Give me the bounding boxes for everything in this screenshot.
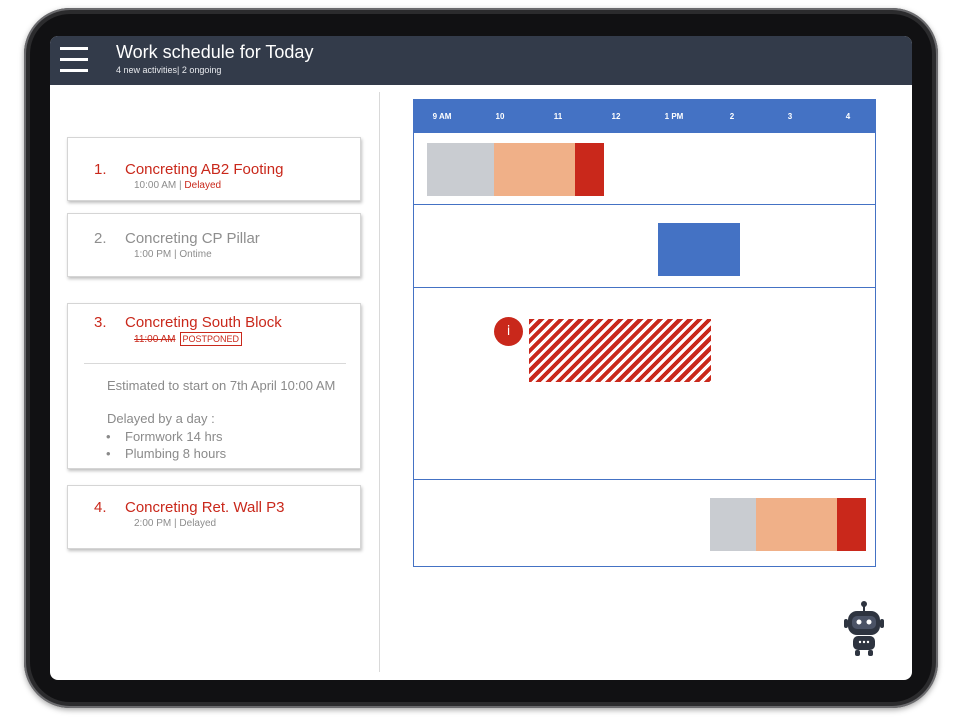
activity-card-1[interactable]: 1. Concreting AB2 Footing 10:00 AM | Del… (67, 137, 361, 201)
hour-label: 10 (495, 112, 505, 121)
activity-name: Concreting AB2 Footing (125, 161, 284, 178)
row-divider (414, 204, 875, 205)
activity-card-4[interactable]: 4. Concreting Ret. Wall P3 2:00 PM | Del… (67, 485, 361, 549)
activity-number: 1. (94, 161, 107, 178)
activity-name: Concreting South Block (125, 314, 282, 331)
robot-icon[interactable] (842, 601, 886, 657)
hour-label: 3 (787, 112, 793, 121)
hour-label: 11 (553, 112, 563, 121)
delay-item: Plumbing 8 hours (125, 446, 227, 461)
activity-name: Concreting Ret. Wall P3 (125, 499, 285, 516)
status-badge: POSTPONED (179, 332, 243, 346)
hour-label: 1 PM (664, 112, 684, 121)
bullet-marker: • (106, 446, 111, 461)
hour-label: 12 (611, 112, 621, 121)
delay-item: Formwork 14 hrs (125, 429, 223, 444)
activity-number: 4. (94, 499, 107, 516)
activity-meta: 11:00 AM POSTPONED (134, 332, 243, 346)
activity-meta: 10:00 AM | Delayed (134, 180, 221, 191)
hour-label: 4 (845, 112, 851, 121)
activity-time: 1:00 PM (134, 249, 172, 260)
estimate-text: Estimated to start on 7th April 10:00 AM (107, 378, 336, 393)
activity-time: 10:00 AM (134, 180, 177, 191)
row-divider (414, 479, 875, 480)
activity-meta: 2:00 PM | Delayed (134, 518, 216, 529)
activity-meta: 1:00 PM | Ontime (134, 249, 212, 260)
timeline-bar-planned[interactable] (710, 498, 756, 551)
top-bar: Work schedule for Today 4 new activities… (50, 36, 912, 85)
timeline-bar-delay[interactable] (837, 498, 866, 551)
activity-card-2[interactable]: 2. Concreting CP Pillar 1:00 PM | Ontime (67, 213, 361, 277)
activity-number: 3. (94, 314, 107, 331)
activity-card-3[interactable]: 3. Concreting South Block 11:00 AM POSTPO… (67, 303, 361, 469)
activity-number: 2. (94, 230, 107, 247)
panel-divider (379, 92, 380, 672)
page-title: Work schedule for Today (116, 42, 314, 62)
delay-note: Delayed by a day : (107, 411, 215, 426)
timeline-bar-postponed[interactable] (529, 319, 711, 382)
info-icon[interactable]: i (494, 317, 523, 346)
schedule-timeline: 9 AM 10 11 12 1 PM 2 3 4 i (413, 99, 876, 567)
timeline-header: 9 AM 10 11 12 1 PM 2 3 4 (414, 100, 875, 133)
timeline-bar-progress[interactable] (756, 498, 837, 551)
activity-time: 2:00 PM (134, 518, 172, 529)
status-badge: Delayed (179, 518, 217, 529)
timeline-bar-progress[interactable] (494, 143, 575, 196)
bullet-marker: • (106, 429, 111, 444)
activity-name: Concreting CP Pillar (125, 230, 260, 247)
app-screen: Work schedule for Today 4 new activities… (50, 36, 912, 680)
hamburger-icon[interactable] (58, 44, 92, 76)
timeline-bar-delay[interactable] (575, 143, 604, 196)
timeline-bar-planned[interactable] (427, 143, 494, 196)
activity-time: 11:00 AM (134, 334, 176, 345)
hour-label: 2 (729, 112, 735, 121)
status-badge: Ontime (179, 249, 212, 260)
hour-label: 9 AM (432, 112, 452, 121)
timeline-bar-ontime[interactable] (658, 223, 740, 276)
status-badge: Delayed (184, 180, 222, 191)
card-separator (84, 363, 346, 364)
row-divider (414, 287, 875, 288)
page-subtitle: 4 new activities| 2 ongoing (116, 65, 222, 75)
